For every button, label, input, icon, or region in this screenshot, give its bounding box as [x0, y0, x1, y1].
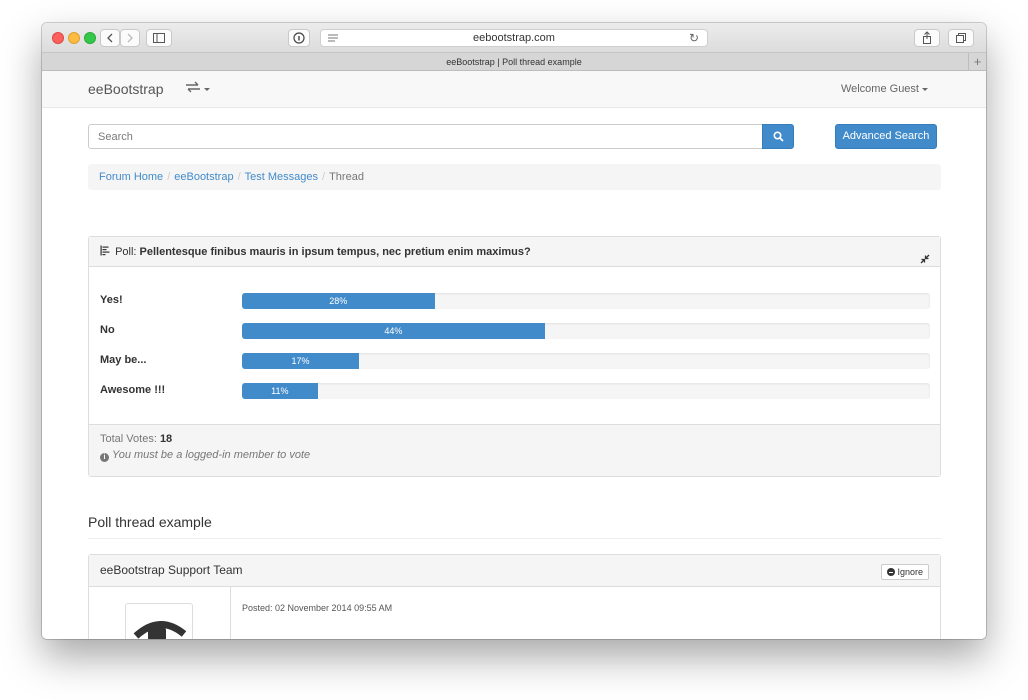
tabs-icon — [956, 33, 966, 43]
post-date: Posted: 02 November 2014 09:55 AM — [242, 603, 393, 613]
poll-chart-icon — [100, 245, 110, 256]
breadcrumb-separator: / — [167, 171, 171, 183]
close-window-button[interactable] — [52, 32, 64, 44]
tab-bar: eeBootstrap | Poll thread example + — [42, 53, 986, 71]
breadcrumb-separator: / — [237, 171, 241, 183]
poll-progress-track: 17% — [242, 353, 930, 369]
poll-footer: Total Votes: 18 i You must be a logged-in… — [89, 424, 940, 476]
ignore-button[interactable]: Ignore — [881, 564, 929, 580]
poll-progress-bar: 11% — [242, 383, 318, 399]
avatar[interactable] — [125, 603, 193, 639]
minus-circle-icon — [887, 568, 896, 576]
exchange-icon — [186, 81, 200, 93]
info-shield-icon — [293, 32, 305, 44]
back-button[interactable] — [100, 29, 120, 47]
chevron-left-icon — [107, 33, 113, 43]
breadcrumb-test-messages[interactable]: Test Messages — [245, 171, 318, 183]
poll-panel: Poll: Pellentesque finibus mauris in ips… — [88, 236, 941, 477]
post-header: eeBootstrap Support Team Ignore — [89, 555, 940, 587]
search-input[interactable] — [88, 124, 763, 149]
screen: eebootstrap.com ↻ eeBootstrap | Poll thr… — [0, 0, 1028, 700]
post-author[interactable]: eeBootstrap Support Team — [100, 563, 243, 577]
reader-view-icon[interactable] — [327, 33, 339, 44]
sidebar-icon — [153, 33, 165, 43]
advanced-search-button[interactable]: Advanced Search — [835, 124, 937, 149]
poll-option: Awesome !!! 11% — [100, 383, 930, 399]
poll-option: No 44% — [100, 323, 930, 339]
minimize-window-button[interactable] — [68, 32, 80, 44]
poll-header: Poll: Pellentesque finibus mauris in ips… — [89, 237, 940, 267]
post-panel: eeBootstrap Support Team Ignore Posted: … — [88, 554, 941, 639]
total-votes-count: 18 — [159, 433, 173, 445]
compress-icon[interactable] — [920, 246, 930, 276]
forward-button[interactable] — [120, 29, 140, 47]
web-page: eeBootstrap Welcome Guest Advanced Searc… — [42, 71, 986, 639]
poll-question: Pellentesque finibus mauris in ipsum tem… — [139, 246, 531, 258]
total-votes: Total Votes: 18 — [100, 433, 929, 445]
sidebar-toggle-button[interactable] — [146, 29, 172, 47]
poll-progress-bar: 28% — [242, 293, 435, 309]
site-brand[interactable]: eeBootstrap — [88, 81, 164, 97]
breadcrumb-eebootstrap[interactable]: eeBootstrap — [174, 171, 233, 183]
poll-progress-track: 11% — [242, 383, 930, 399]
new-tab-button[interactable]: + — [968, 53, 986, 71]
privacy-report-button[interactable] — [288, 29, 310, 47]
reload-icon[interactable]: ↻ — [689, 30, 699, 47]
poll-progress-bar: 44% — [242, 323, 545, 339]
site-navbar: eeBootstrap Welcome Guest — [42, 71, 986, 108]
search-icon — [773, 131, 784, 142]
poll-prefix: Poll: — [115, 246, 137, 258]
login-note: i You must be a logged-in member to vote — [100, 449, 929, 462]
caret-down-icon — [204, 88, 210, 92]
total-votes-label: Total Votes: — [100, 433, 157, 445]
poll-option: Yes! 28% — [100, 293, 930, 309]
breadcrumb-separator: / — [322, 171, 326, 183]
poll-progress-track: 44% — [242, 323, 930, 339]
caret-down-icon — [922, 87, 928, 91]
poll-progress-track: 28% — [242, 293, 930, 309]
divider — [88, 538, 941, 539]
welcome-text: Welcome Guest — [840, 83, 919, 95]
breadcrumb: Forum Home / eeBootstrap / Test Messages / Thr… — [88, 164, 941, 190]
theme-switch-dropdown[interactable] — [185, 81, 210, 96]
login-note-text: You must be a logged-in member to vote — [112, 449, 311, 461]
browser-window: eebootstrap.com ↻ eeBootstrap | Poll thr… — [42, 23, 986, 639]
poll-option-label: No — [100, 324, 115, 336]
poll-option-label: Awesome !!! — [100, 384, 166, 396]
browser-toolbar: eebootstrap.com ↻ — [42, 23, 986, 53]
address-url: eebootstrap.com — [473, 32, 555, 44]
poll-option-label: May be... — [100, 354, 147, 366]
thread-title: Poll thread example — [88, 514, 212, 530]
post-author-sidebar — [89, 587, 231, 639]
search-button[interactable] — [762, 124, 794, 149]
share-icon — [923, 31, 931, 44]
ignore-label: Ignore — [897, 567, 923, 577]
poll-progress-bar: 17% — [242, 353, 359, 369]
chevron-right-icon — [127, 33, 133, 43]
user-menu[interactable]: Welcome Guest — [841, 83, 928, 95]
poll-option: May be... 17% — [100, 353, 930, 369]
breadcrumb-forum-home[interactable]: Forum Home — [99, 171, 163, 183]
share-button[interactable] — [914, 29, 940, 47]
info-icon: i — [100, 453, 109, 462]
tab-title[interactable]: eeBootstrap | Poll thread example — [446, 57, 581, 67]
zoom-window-button[interactable] — [84, 32, 96, 44]
tabs-overview-button[interactable] — [948, 29, 974, 47]
breadcrumb-current: Thread — [329, 171, 364, 183]
poll-option-label: Yes! — [100, 294, 123, 306]
address-bar[interactable]: eebootstrap.com ↻ — [320, 29, 708, 47]
